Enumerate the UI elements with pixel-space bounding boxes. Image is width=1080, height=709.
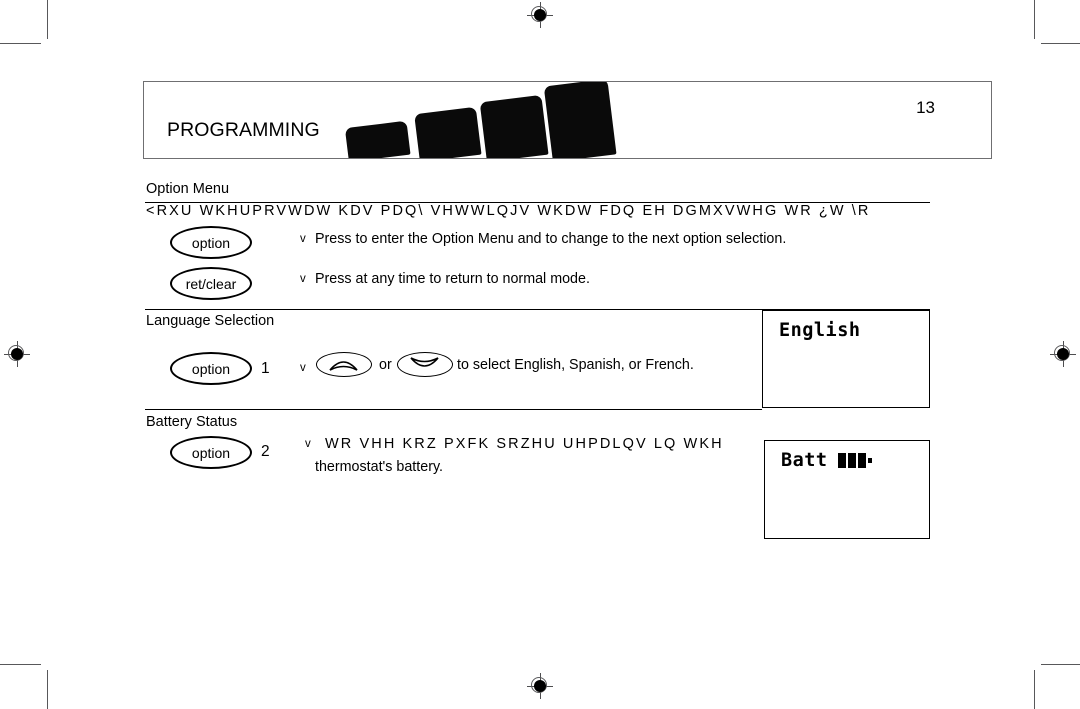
bullet-glyph: v bbox=[300, 362, 306, 374]
section-heading-battery-status: Battery Status bbox=[146, 414, 238, 430]
section-heading-option-menu: Option Menu bbox=[146, 181, 230, 197]
option-button[interactable]: option bbox=[170, 226, 252, 259]
page-number: 13 bbox=[916, 98, 935, 117]
lcd-display-language: English bbox=[762, 310, 930, 408]
option-menu-intro-text: <RXU WKHUPRVWDW KDV PDQ\ VHWWLQJV WKDW F… bbox=[146, 203, 871, 219]
arrow-up-button[interactable] bbox=[316, 352, 372, 377]
ret-clear-button[interactable]: ret/clear bbox=[170, 267, 252, 300]
option-menu-row-text: Press to enter the Option Menu and to ch… bbox=[315, 231, 787, 247]
option-button-step1[interactable]: option bbox=[170, 352, 252, 385]
option-button-label: option bbox=[191, 444, 231, 461]
bullet-glyph: v bbox=[305, 438, 311, 450]
battery-segment bbox=[857, 453, 866, 468]
battery-segment bbox=[837, 453, 846, 468]
decorative-bar bbox=[344, 120, 411, 158]
step-number: 1 bbox=[261, 360, 270, 377]
lcd-battery-label: Batt bbox=[781, 450, 828, 471]
lcd-language-value: English bbox=[779, 320, 861, 341]
bullet-glyph: v bbox=[300, 273, 306, 285]
section-rule-battery-top bbox=[145, 409, 762, 411]
page-title: PROGRAMMING bbox=[167, 119, 320, 141]
registration-target-icon-left bbox=[4, 341, 30, 367]
arrow-up-icon bbox=[329, 361, 358, 371]
crop-mark-bottom-left-vertical bbox=[47, 670, 48, 709]
ret-clear-button-label: ret/clear bbox=[185, 275, 237, 292]
option-button-label: option bbox=[191, 234, 231, 251]
crop-mark-bottom-left-horizontal bbox=[0, 664, 41, 665]
bullet-glyph: v bbox=[300, 233, 306, 245]
arrow-down-button[interactable] bbox=[397, 352, 453, 377]
decorative-bar bbox=[543, 82, 617, 158]
battery-segment bbox=[847, 453, 856, 468]
battery-status-row-text-line2: thermostat's battery. bbox=[315, 459, 444, 475]
registration-target-icon-top bbox=[527, 2, 553, 28]
language-selection-row-text: to select English, Spanish, or French. bbox=[457, 357, 694, 373]
crop-mark-bottom-right-horizontal bbox=[1041, 664, 1080, 665]
crop-mark-top-left-vertical bbox=[47, 0, 48, 39]
decorative-bar bbox=[414, 106, 482, 158]
section-heading-language-selection: Language Selection bbox=[146, 313, 275, 329]
conjunction-or: or bbox=[379, 357, 392, 373]
registration-target-icon-right bbox=[1050, 341, 1076, 367]
decorative-bar bbox=[479, 94, 549, 158]
crop-mark-top-right-vertical bbox=[1034, 0, 1035, 39]
crop-mark-bottom-right-vertical bbox=[1034, 670, 1035, 709]
battery-icon bbox=[837, 453, 872, 468]
option-button-label: option bbox=[191, 360, 231, 377]
page-header-banner: PROGRAMMING 13 bbox=[143, 81, 992, 159]
arrow-down-icon bbox=[410, 357, 439, 367]
crop-mark-top-right-horizontal bbox=[1041, 43, 1080, 44]
ret-clear-row-text: Press at any time to return to normal mo… bbox=[315, 271, 590, 287]
option-button-step2[interactable]: option bbox=[170, 436, 252, 469]
step-number: 2 bbox=[261, 443, 270, 460]
lcd-battery-readout: Batt bbox=[781, 450, 872, 471]
battery-status-row-text-encoded: WR VHH KRZ PXFK SRZHU UHPDLQV LQ WKH bbox=[325, 436, 724, 452]
lcd-display-battery: Batt bbox=[764, 440, 930, 539]
document-page: PROGRAMMING 13 Option Menu <RXU WKHUPRVW… bbox=[0, 0, 1080, 709]
battery-terminal bbox=[867, 458, 872, 463]
registration-target-icon-bottom bbox=[527, 673, 553, 699]
crop-mark-top-left-horizontal bbox=[0, 43, 41, 44]
